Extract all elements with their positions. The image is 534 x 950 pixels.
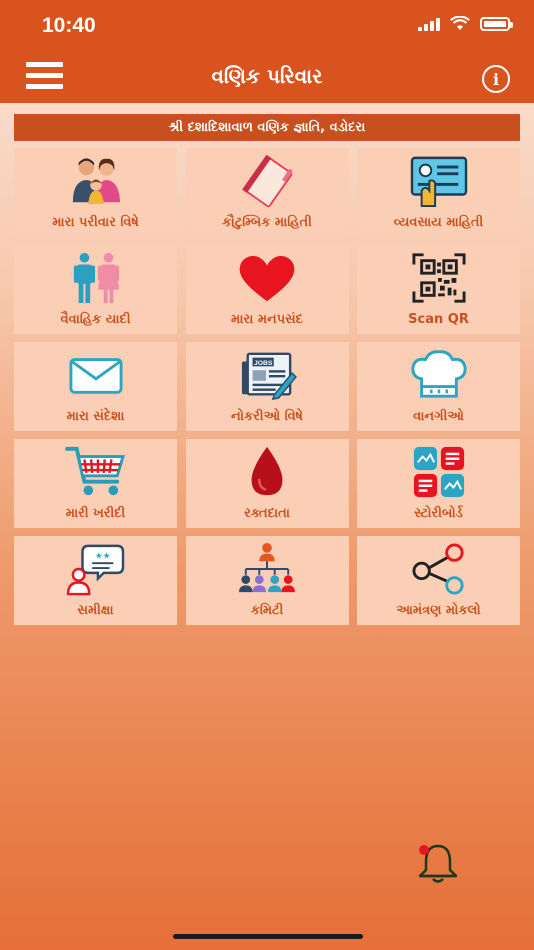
community-banner: શ્રી દશાદિશાવાળ વણિક જ્ઞાતિ, વડોદરા bbox=[14, 114, 520, 141]
info-button[interactable]: i bbox=[482, 65, 510, 93]
tile-label: મારી ખરીદી bbox=[65, 506, 126, 521]
tile-family[interactable]: મારા પરીવાર વિષે bbox=[14, 148, 177, 237]
app-title: વણિક પરિવાર bbox=[211, 64, 323, 88]
tile-label: Scan QR bbox=[408, 312, 469, 327]
qr-code-icon bbox=[407, 250, 471, 306]
top-bar: 10:40 વણિક પરિવાર i bbox=[0, 0, 534, 103]
status-icons bbox=[418, 16, 513, 31]
status-time: 10:40 bbox=[42, 14, 96, 37]
tile-family-info[interactable]: કૌટુમ્બિક માહિતી bbox=[185, 148, 349, 237]
tile-committee[interactable]: કમિટી bbox=[185, 536, 349, 625]
tile-label: નોકરીઓ વિષે bbox=[231, 409, 303, 424]
tile-scan-qr[interactable]: Scan QR bbox=[357, 245, 520, 334]
tile-blood-donor[interactable]: રક્તદાતા bbox=[185, 439, 349, 528]
tile-recipes[interactable]: વાનગીઓ bbox=[357, 342, 520, 431]
shopping-cart-icon bbox=[64, 444, 128, 500]
battery-icon bbox=[480, 16, 513, 31]
tile-label: મારા પરીવાર વિષે bbox=[52, 215, 139, 230]
heart-icon bbox=[235, 250, 299, 306]
tile-send-invitation[interactable]: આમંત્રણ મોકલો bbox=[357, 536, 520, 625]
notebook-icon bbox=[235, 153, 299, 209]
tile-matrimonial-list[interactable]: વૈવાહિક યાદી bbox=[14, 245, 177, 334]
jobs-newspaper-icon: JOBS bbox=[235, 347, 299, 403]
tile-label: કમિટી bbox=[250, 603, 284, 618]
tile-label: મારા સંદેશા bbox=[66, 409, 125, 424]
share-icon bbox=[407, 541, 471, 597]
committee-icon bbox=[235, 541, 299, 597]
svg-text:★★: ★★ bbox=[94, 551, 110, 561]
notification-bell-icon[interactable] bbox=[414, 842, 462, 884]
cellular-signal-icon bbox=[418, 17, 440, 31]
tile-label: સ્ટોરીબોર્ડ bbox=[414, 506, 463, 521]
family-icon bbox=[64, 153, 128, 209]
tile-label: સમીક્ષા bbox=[77, 603, 114, 618]
menu-grid: મારા પરીવાર વિષે કૌટુમ્બિક માહિતી વ્યવસા… bbox=[14, 148, 520, 625]
tile-label: વૈવાહિક યાદી bbox=[60, 312, 131, 327]
tile-messages[interactable]: મારા સંદેશા bbox=[14, 342, 177, 431]
tile-jobs[interactable]: JOBS નોકરીઓ વિષે bbox=[185, 342, 349, 431]
tile-label: મારા મનપસંદ bbox=[231, 312, 303, 327]
wifi-icon bbox=[450, 16, 470, 30]
tile-storyboard[interactable]: સ્ટોરીબોર્ડ bbox=[357, 439, 520, 528]
id-card-icon bbox=[407, 153, 471, 209]
envelope-icon bbox=[64, 347, 128, 403]
tile-label: આમંત્રણ મોકલો bbox=[396, 603, 481, 618]
tile-shopping[interactable]: મારી ખરીદી bbox=[14, 439, 177, 528]
review-icon: ★★ bbox=[64, 541, 128, 597]
tile-label: રક્તદાતા bbox=[244, 506, 290, 521]
tile-label: કૌટુમ્બિક માહિતી bbox=[222, 215, 312, 230]
couple-icon bbox=[64, 250, 128, 306]
home-indicator[interactable] bbox=[173, 934, 363, 939]
tile-review[interactable]: ★★ સમીક્ષા bbox=[14, 536, 177, 625]
storyboard-icon bbox=[407, 444, 471, 500]
tile-label: વ્યવસાય માહિતી bbox=[393, 215, 484, 230]
blood-drop-icon bbox=[235, 444, 299, 500]
svg-text:JOBS: JOBS bbox=[254, 360, 273, 367]
tile-favourites[interactable]: મારા મનપસંદ bbox=[185, 245, 349, 334]
tile-business-info[interactable]: વ્યવસાય માહિતી bbox=[357, 148, 520, 237]
tile-label: વાનગીઓ bbox=[413, 409, 464, 424]
chef-hat-icon bbox=[407, 347, 471, 403]
